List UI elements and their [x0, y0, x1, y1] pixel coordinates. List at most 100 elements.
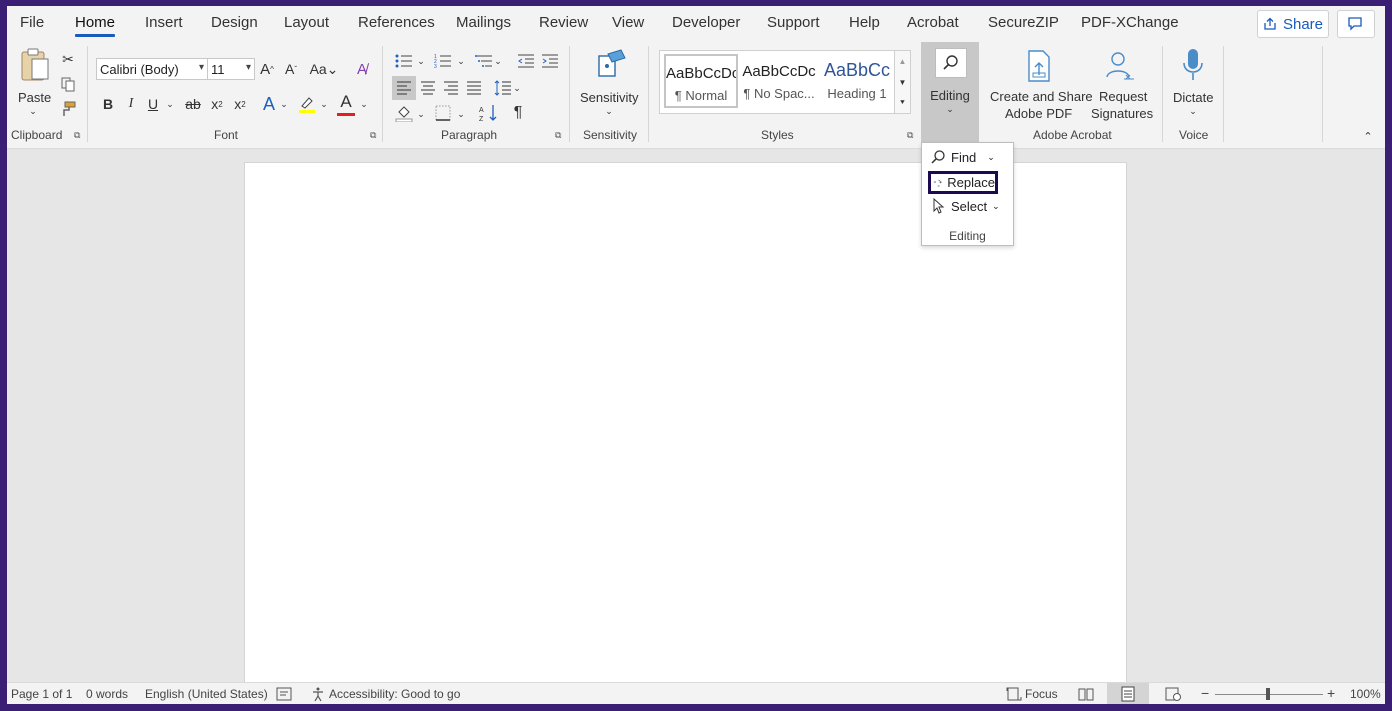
zoom-in-icon[interactable]: + — [1327, 685, 1335, 701]
grow-font-icon[interactable]: A ^ — [258, 58, 276, 80]
highlight-chevron-icon[interactable]: ⌄ — [319, 93, 329, 115]
zoom-level[interactable]: 100% — [1350, 687, 1381, 701]
sort-icon[interactable]: AZ — [477, 102, 501, 124]
styles-launcher-icon[interactable]: ⧉ — [907, 130, 917, 140]
accessibility-icon[interactable] — [309, 686, 327, 702]
request-signatures-icon[interactable] — [1103, 48, 1137, 84]
bullets-chevron-icon[interactable]: ⌄ — [416, 51, 426, 71]
decrease-indent-icon[interactable] — [515, 51, 537, 71]
styles-more-icon[interactable]: ⯆ — [895, 93, 910, 113]
shading-chevron-icon[interactable]: ⌄ — [416, 104, 426, 124]
web-layout-icon[interactable] — [1164, 686, 1182, 702]
align-center-icon[interactable] — [416, 76, 440, 100]
tab-developer[interactable]: Developer — [672, 14, 740, 31]
request-signatures-label-2[interactable]: Signatures — [1091, 106, 1153, 121]
italic-icon[interactable]: I — [123, 93, 139, 115]
style-no-spacing[interactable]: AaBbCcDc ¶ No Spac... — [742, 54, 816, 108]
borders-chevron-icon[interactable]: ⌄ — [456, 104, 466, 124]
increase-indent-icon[interactable] — [539, 51, 561, 71]
replace-button[interactable]: ac Replace — [928, 171, 998, 194]
scroll-down-icon[interactable]: ▼ — [895, 72, 910, 92]
dictate-chevron-icon[interactable]: ⌄ — [1187, 106, 1199, 116]
tab-acrobat[interactable]: Acrobat — [907, 14, 959, 31]
numbering-icon[interactable]: 123 — [432, 51, 454, 71]
zoom-slider-thumb[interactable] — [1266, 688, 1270, 700]
underline-icon[interactable]: U — [145, 93, 161, 115]
tab-support[interactable]: Support — [767, 14, 820, 31]
clipboard-launcher-icon[interactable]: ⧉ — [74, 130, 84, 140]
bullets-icon[interactable] — [393, 51, 415, 71]
bold-icon[interactable]: B — [100, 93, 116, 115]
paste-button[interactable] — [17, 46, 53, 86]
font-color-icon[interactable]: A — [337, 90, 355, 116]
page-count[interactable]: Page 1 of 1 — [11, 687, 72, 701]
shading-icon[interactable] — [393, 102, 415, 124]
font-launcher-icon[interactable]: ⧉ — [370, 130, 380, 140]
sensitivity-chevron-icon[interactable]: ⌄ — [603, 106, 615, 116]
superscript-icon[interactable]: x2 — [232, 93, 248, 115]
request-signatures-label[interactable]: Request — [1099, 89, 1147, 104]
tab-pdf-xchange[interactable]: PDF-XChange — [1081, 14, 1179, 31]
underline-chevron-icon[interactable]: ⌄ — [165, 93, 175, 115]
style-normal[interactable]: AaBbCcDc ¶ Normal — [664, 54, 738, 108]
create-pdf-label[interactable]: Create and Share — [990, 89, 1093, 104]
font-name-combo[interactable]: Calibri (Body) ▾ — [96, 58, 208, 80]
justify-icon[interactable] — [462, 76, 486, 100]
text-effects-chevron-icon[interactable]: ⌄ — [279, 93, 289, 115]
text-effects-icon[interactable]: A — [260, 93, 278, 115]
pilcrow-icon[interactable]: ¶ — [509, 102, 527, 124]
find-chevron-icon[interactable]: ⌄ — [987, 152, 995, 163]
cut-icon[interactable]: ✂ — [59, 50, 77, 68]
font-size-combo[interactable]: 11 ▾ — [207, 58, 255, 80]
align-left-icon[interactable] — [392, 76, 416, 100]
paragraph-launcher-icon[interactable]: ⧉ — [555, 130, 565, 140]
copy-icon[interactable] — [59, 75, 77, 93]
paste-chevron-icon[interactable]: ⌄ — [27, 106, 39, 116]
print-layout-icon[interactable] — [1119, 686, 1137, 702]
tab-references[interactable]: References — [358, 14, 435, 31]
sensitivity-label[interactable]: Sensitivity — [580, 90, 639, 105]
accessibility-status[interactable]: Accessibility: Good to go — [329, 687, 460, 701]
find-button[interactable]: Find ⌄ — [930, 149, 995, 165]
microphone-icon[interactable] — [1179, 46, 1207, 84]
shrink-font-icon[interactable]: Aˇ — [282, 58, 300, 80]
highlight-icon[interactable] — [297, 93, 317, 115]
focus-label[interactable]: Focus — [1025, 687, 1058, 701]
change-case-icon[interactable]: Aa⌄ — [308, 58, 340, 80]
tab-design[interactable]: Design — [211, 14, 258, 31]
zoom-out-icon[interactable]: − — [1201, 685, 1209, 701]
font-color-chevron-icon[interactable]: ⌄ — [359, 93, 369, 115]
language[interactable]: English (United States) — [145, 687, 268, 701]
multilevel-list-icon[interactable] — [473, 51, 495, 71]
tab-view[interactable]: View — [612, 14, 644, 31]
tab-review[interactable]: Review — [539, 14, 588, 31]
share-button[interactable]: Share — [1257, 10, 1329, 38]
tab-home[interactable]: Home — [75, 14, 116, 37]
numbering-chevron-icon[interactable]: ⌄ — [456, 51, 466, 71]
scroll-up-icon[interactable]: ▲ — [895, 51, 910, 71]
sensitivity-icon[interactable] — [593, 46, 629, 82]
multilevel-chevron-icon[interactable]: ⌄ — [493, 51, 503, 71]
format-painter-icon[interactable] — [59, 100, 77, 118]
tab-layout[interactable]: Layout — [284, 14, 329, 31]
tab-mailings[interactable]: Mailings — [456, 14, 511, 31]
collapse-ribbon-icon[interactable]: ⌃ — [1361, 130, 1375, 143]
subscript-icon[interactable]: x2 — [209, 93, 225, 115]
word-count[interactable]: 0 words — [86, 687, 128, 701]
focus-icon[interactable] — [1005, 686, 1023, 702]
tab-file[interactable]: File — [20, 14, 44, 31]
read-mode-icon[interactable] — [1077, 686, 1095, 702]
dictate-label[interactable]: Dictate — [1173, 90, 1213, 105]
select-button[interactable]: Select ⌄ — [932, 198, 1000, 214]
strikethrough-icon[interactable]: ab — [183, 93, 203, 115]
tab-help[interactable]: Help — [849, 14, 880, 31]
align-right-icon[interactable] — [439, 76, 463, 100]
tab-insert[interactable]: Insert — [145, 14, 183, 31]
borders-icon[interactable] — [432, 102, 454, 124]
tab-securezip[interactable]: SecureZIP — [988, 14, 1059, 31]
comments-button[interactable] — [1337, 10, 1375, 38]
proofing-icon[interactable] — [275, 686, 293, 702]
clear-formatting-icon[interactable]: A̸ — [352, 58, 372, 80]
create-pdf-label-2[interactable]: Adobe PDF — [1005, 106, 1072, 121]
style-heading-1[interactable]: AaBbCc Heading 1 — [820, 54, 894, 108]
